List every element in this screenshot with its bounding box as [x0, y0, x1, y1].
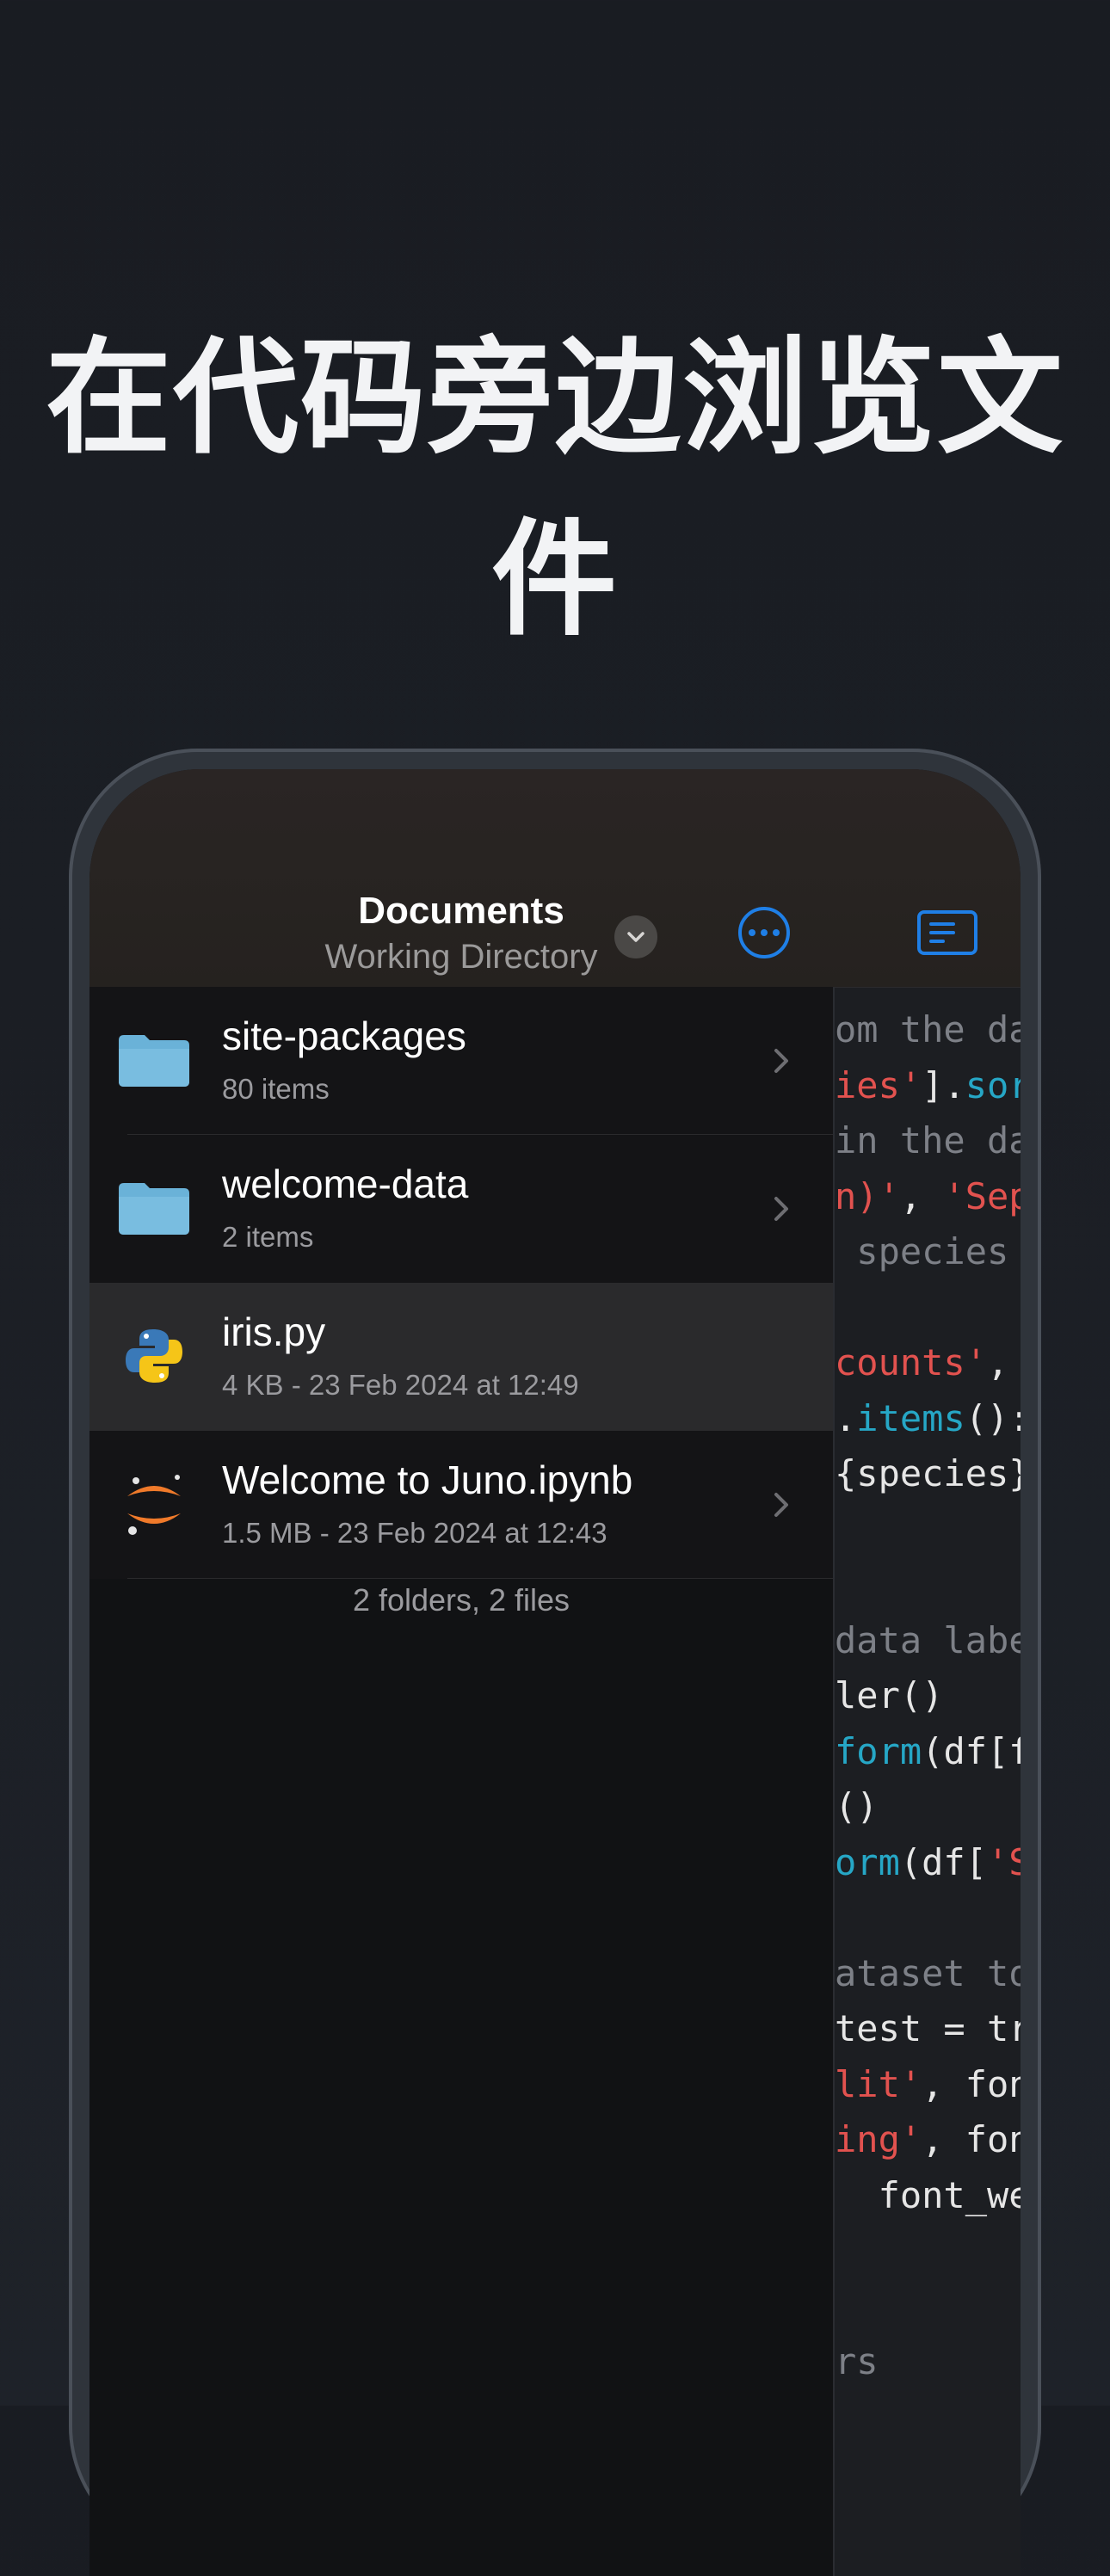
code-line: orm(df['S — [835, 1841, 1021, 1883]
code-line: ies'].sor — [835, 1064, 1021, 1106]
code-line: species — [835, 1230, 1008, 1273]
chevron-right-icon — [774, 1197, 788, 1221]
code-token: (df[f — [922, 1729, 1021, 1772]
code-token: , — [987, 1341, 1009, 1384]
list-item[interactable]: site-packages 80 items — [89, 987, 833, 1135]
code-line: font_we — [835, 2174, 1021, 2216]
file-name: site-packages — [222, 1014, 466, 1058]
file-count-summary: 2 folders, 2 files — [352, 1582, 570, 1618]
code-token: test = tr — [835, 2007, 1021, 2049]
list-item-selected[interactable]: iris.py 4 KB - 23 Feb 2024 at 12:49 — [89, 1283, 833, 1431]
code-line: data labe — [835, 1619, 1021, 1661]
code-token: (df[ — [899, 1840, 988, 1883]
code-token: ler() — [835, 1674, 944, 1716]
chevron-right-icon — [774, 1493, 788, 1517]
code-token: ies' — [835, 1063, 922, 1106]
code-token: , fon — [922, 2062, 1021, 2105]
code-token: items — [856, 1396, 965, 1439]
code-token: {species} — [835, 1452, 1021, 1494]
file-list: site-packages 80 items welcome-data 2 it… — [89, 987, 833, 1579]
code-token: 'Sep — [943, 1174, 1021, 1217]
code-token: in the da — [835, 1119, 1021, 1162]
code-line: counts', — [835, 1341, 1008, 1384]
code-line: lit', fon — [835, 2063, 1021, 2105]
code-token: ataset to — [835, 1951, 1021, 1994]
code-token: , fon — [922, 2118, 1021, 2160]
code-line: {species} — [835, 1452, 1021, 1494]
code-token: counts' — [835, 1341, 988, 1384]
code-token: n)' — [835, 1174, 900, 1217]
code-token: species — [835, 1230, 1009, 1273]
nav-subtitle: Working Directory — [324, 938, 598, 976]
navigation-bar: Documents Working Directory — [89, 769, 1021, 988]
file-name: iris.py — [222, 1310, 326, 1354]
code-token: , — [899, 1174, 944, 1217]
code-token: om the da — [835, 1008, 1021, 1051]
code-token: form — [835, 1729, 922, 1772]
code-token: data labe — [835, 1618, 1021, 1661]
code-token: sor — [965, 1063, 1021, 1106]
ellipsis-icon — [749, 929, 755, 936]
jupyter-icon — [127, 1475, 181, 1535]
list-item[interactable]: Welcome to Juno.ipynb 1.5 MB - 23 Feb 20… — [89, 1431, 833, 1579]
file-meta: 2 items — [222, 1221, 314, 1253]
list-item[interactable]: welcome-data 2 items — [89, 1135, 833, 1283]
code-editor-pane[interactable]: om the da ies'].sor in the da n)', 'Sep spe… — [833, 769, 1021, 2576]
file-name: Welcome to Juno.ipynb — [222, 1457, 633, 1502]
code-line: .items(): — [835, 1397, 1021, 1439]
code-token: () — [835, 1785, 879, 1827]
chevron-down-icon — [627, 932, 644, 942]
file-name: welcome-data — [222, 1162, 469, 1206]
code-line: in the da — [835, 1119, 1021, 1162]
phone-screen: om the da ies'].sor in the da n)', 'Sep spe… — [89, 769, 1021, 2576]
nav-title: Documents — [358, 890, 564, 932]
phone-frame: om the da ies'].sor in the da n)', 'Sep spe… — [69, 749, 1041, 2576]
chevron-right-icon — [774, 1049, 788, 1073]
outline-toggle-button[interactable] — [917, 910, 977, 955]
code-line: test = tr — [835, 2007, 1021, 2049]
folder-icon — [119, 1183, 189, 1235]
nav-title-group[interactable]: Documents Working Directory — [313, 890, 609, 977]
code-token: font_we — [835, 2173, 1021, 2216]
code-token: rs — [835, 2340, 879, 2382]
python-icon — [126, 1329, 182, 1383]
file-meta: 80 items — [222, 1073, 330, 1105]
code-line: ataset to — [835, 1952, 1021, 1994]
code-line: rs — [835, 2340, 879, 2382]
code-token: (): — [965, 1396, 1021, 1439]
file-meta: 4 KB - 23 Feb 2024 at 12:49 — [222, 1369, 579, 1401]
headline: 在代码旁边浏览文件 — [46, 325, 1064, 653]
code-line: form(df[f — [835, 1730, 1021, 1772]
code-token: orm — [835, 1840, 900, 1883]
code-line: () — [835, 1785, 879, 1827]
code-token: ing' — [835, 2118, 922, 2160]
code-line: n)', 'Sep — [835, 1175, 1021, 1217]
code-token: . — [835, 1396, 857, 1439]
directory-dropdown-button[interactable] — [614, 915, 657, 958]
code-token: lit' — [835, 2062, 922, 2105]
code-line: ing', fon — [835, 2118, 1021, 2160]
code-line: om the da — [835, 1008, 1021, 1051]
file-meta: 1.5 MB - 23 Feb 2024 at 12:43 — [222, 1517, 607, 1549]
code-token: 'S — [987, 1840, 1021, 1883]
folder-icon — [119, 1035, 189, 1087]
more-options-button[interactable] — [738, 907, 790, 958]
code-line: ler() — [835, 1674, 943, 1716]
code-token: ]. — [922, 1063, 965, 1106]
